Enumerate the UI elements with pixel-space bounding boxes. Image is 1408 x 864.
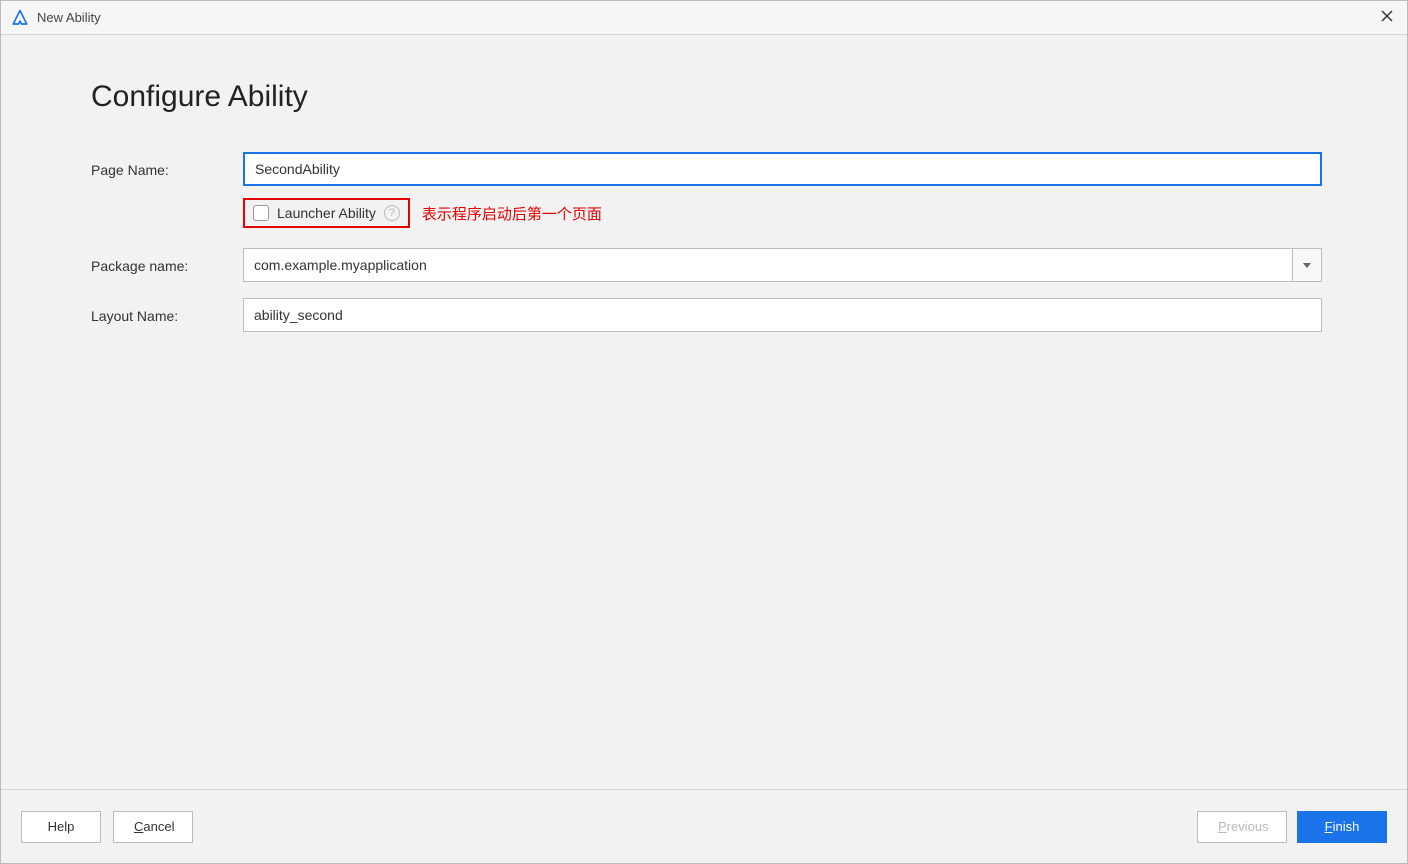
page-name-input[interactable] [243, 152, 1322, 186]
finish-button[interactable]: Finish [1297, 811, 1387, 843]
help-icon[interactable]: ? [384, 205, 400, 221]
content-area: Configure Ability Page Name: Launcher Ab… [1, 35, 1407, 789]
chevron-down-icon [1303, 263, 1311, 268]
package-name-dropdown-wrapper [243, 248, 1322, 282]
launcher-spacer [91, 212, 243, 214]
previous-button: Previous [1197, 811, 1287, 843]
titlebar: New Ability [1, 1, 1407, 35]
page-name-label: Page Name: [91, 160, 243, 178]
page-title: Configure Ability [91, 80, 1322, 114]
launcher-checkbox[interactable] [253, 205, 269, 221]
package-name-label: Package name: [91, 256, 243, 274]
launcher-checkbox-container: Launcher Ability ? [243, 198, 410, 228]
page-name-row: Page Name: [91, 152, 1322, 186]
footer: Help Cancel Previous Finish [1, 789, 1407, 863]
close-icon[interactable] [1381, 9, 1393, 27]
window-title: New Ability [37, 10, 101, 25]
layout-name-input[interactable] [243, 298, 1322, 332]
help-button[interactable]: Help [21, 811, 101, 843]
launcher-annotation: 表示程序启动后第一个页面 [422, 203, 602, 224]
package-name-dropdown-button[interactable] [1292, 248, 1322, 282]
package-name-row: Package name: [91, 248, 1322, 282]
layout-name-label: Layout Name: [91, 306, 243, 324]
app-icon [11, 9, 29, 27]
launcher-label: Launcher Ability [277, 205, 376, 221]
layout-name-row: Layout Name: [91, 298, 1322, 332]
cancel-button[interactable]: Cancel [113, 811, 193, 843]
package-name-input[interactable] [243, 248, 1292, 282]
launcher-row: Launcher Ability ? 表示程序启动后第一个页面 [91, 198, 1322, 228]
